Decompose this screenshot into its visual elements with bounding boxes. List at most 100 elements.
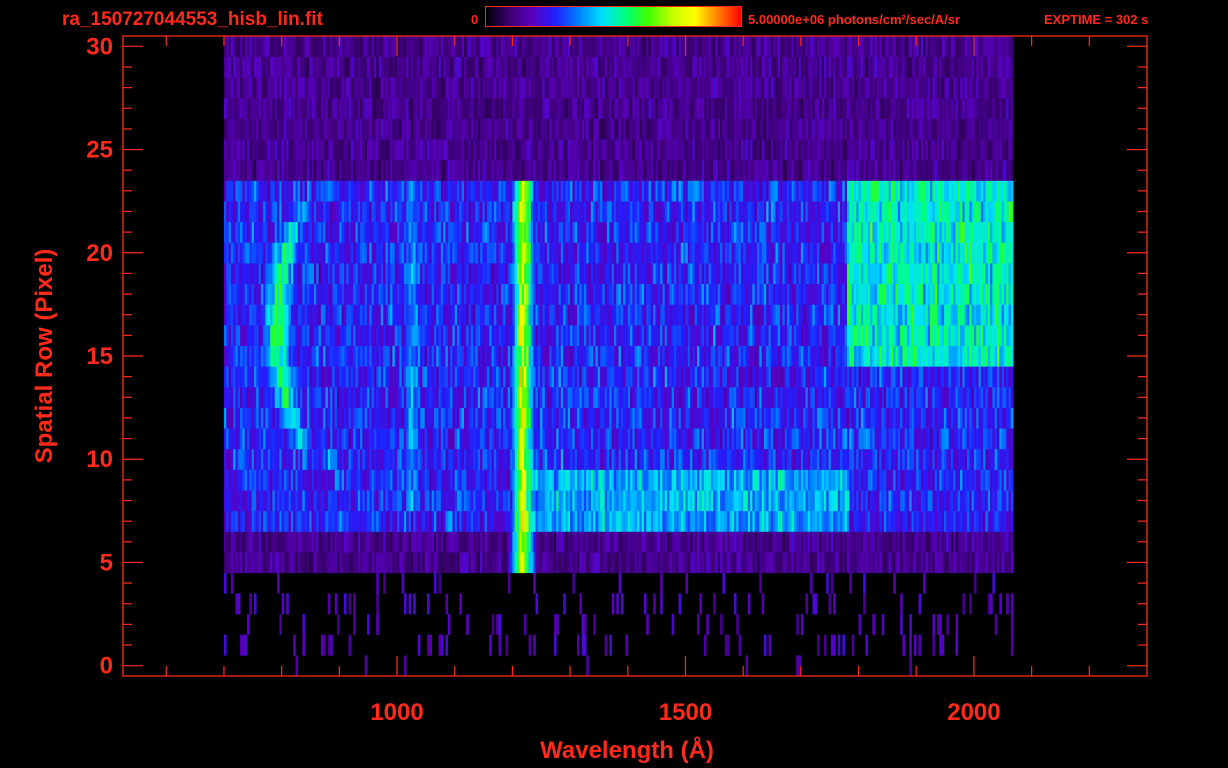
- heatmap-cell: [625, 448, 629, 470]
- heatmap-cell: [364, 283, 368, 305]
- heatmap-cell: [577, 634, 580, 656]
- heatmap-cell: [334, 428, 338, 450]
- heatmap-cell: [235, 510, 239, 532]
- heatmap-cell: [676, 386, 679, 408]
- heatmap-cell: [337, 386, 340, 408]
- heatmap-cell: [738, 366, 742, 388]
- heatmap-cell: [706, 407, 709, 429]
- heatmap-cell: [364, 469, 368, 491]
- heatmap-cell: [717, 283, 721, 305]
- heatmap-cell: [253, 552, 257, 574]
- heatmap-cell: [420, 407, 423, 429]
- heatmap-cell: [401, 325, 405, 346]
- heatmap-cell: [371, 386, 375, 408]
- heatmap-cell: [570, 407, 573, 429]
- heatmap-cell: [743, 510, 746, 532]
- heatmap-cell: [800, 366, 804, 388]
- heatmap-cell: [983, 428, 986, 450]
- heatmap-cell: [773, 283, 776, 305]
- heatmap-cell: [964, 345, 968, 367]
- heatmap-cell: [720, 407, 723, 429]
- heatmap-cell: [817, 469, 820, 491]
- heatmap-cell: [667, 386, 670, 408]
- heatmap-cell: [812, 593, 816, 615]
- heatmap-cell: [660, 366, 663, 388]
- heatmap-cell: [233, 448, 236, 470]
- heatmap-cell: [367, 283, 370, 305]
- heatmap-cell: [323, 490, 326, 512]
- heatmap-cell: [941, 448, 945, 470]
- heatmap-cell: [337, 283, 340, 305]
- spectrum-plot: 1000 1500 2000051015202530 Wavelength (Å) …: [31, 33, 1148, 764]
- heatmap-cell: [620, 552, 624, 574]
- heatmap-cell: [754, 366, 758, 388]
- heatmap-cell: [690, 490, 693, 512]
- heatmap-cell: [493, 325, 497, 346]
- heatmap-cell: [558, 490, 562, 512]
- heatmap-cell: [420, 366, 423, 388]
- heatmap-cell: [281, 448, 285, 470]
- heatmap-cell: [946, 407, 949, 429]
- heatmap-cell: [387, 283, 391, 305]
- heatmap-cell: [957, 510, 961, 532]
- heatmap-cell: [694, 407, 698, 429]
- heatmap-cell: [556, 552, 559, 574]
- heatmap-cell: [260, 325, 264, 346]
- heatmap-cell: [840, 490, 843, 512]
- heatmap-cell: [313, 510, 317, 532]
- heatmap-cell: [641, 325, 645, 346]
- heatmap-cell: [233, 263, 236, 285]
- heatmap-cell: [343, 490, 347, 512]
- heatmap-cell: [819, 325, 822, 346]
- heatmap-cell: [230, 490, 234, 512]
- heatmap-cell: [664, 490, 668, 512]
- heatmap-cell: [879, 386, 882, 408]
- heatmap-cell: [847, 428, 850, 450]
- heatmap-cell: [851, 510, 855, 532]
- heatmap-cell: [948, 510, 952, 532]
- heatmap-cell: [897, 366, 901, 388]
- heatmap-cell: [399, 345, 402, 367]
- heatmap-cell: [727, 345, 730, 367]
- heatmap-cell: [980, 366, 984, 388]
- heatmap-cell: [909, 634, 912, 656]
- heatmap-cell: [962, 510, 965, 532]
- heatmap-cell: [844, 531, 848, 553]
- heatmap-cell: [270, 325, 273, 346]
- heatmap-cell: [865, 634, 869, 656]
- heatmap-cell: [330, 366, 333, 388]
- heatmap-cell: [923, 386, 926, 408]
- heatmap-cell: [770, 283, 774, 305]
- heatmap-cell: [297, 304, 301, 326]
- heatmap-cell: [810, 366, 813, 388]
- heatmap-cell: [311, 552, 315, 574]
- heatmap-cell: [503, 448, 506, 470]
- heatmap-cell: [789, 428, 792, 450]
- heatmap-cell: [706, 552, 709, 574]
- heatmap-cell: [980, 325, 984, 346]
- heatmap-cell: [798, 325, 802, 346]
- heatmap-cell: [452, 490, 456, 512]
- heatmap-cell: [844, 304, 848, 326]
- heatmap-cell: [593, 345, 596, 367]
- heatmap-cell: [611, 325, 615, 346]
- heatmap-cell: [740, 345, 744, 367]
- heatmap-cell: [586, 655, 589, 677]
- heatmap-cell: [980, 469, 984, 491]
- heatmap-cell: [332, 469, 336, 491]
- heatmap-cell: [567, 469, 571, 491]
- heatmap-cell: [376, 614, 379, 636]
- heatmap-cell: [835, 407, 839, 429]
- heatmap-cell: [775, 552, 779, 574]
- heatmap-cell: [706, 531, 709, 553]
- heatmap-cell: [618, 552, 622, 574]
- heatmap-cell: [500, 510, 504, 532]
- heatmap-cell: [842, 428, 846, 450]
- heatmap-cell: [913, 325, 917, 346]
- heatmap-cell: [752, 490, 756, 512]
- heatmap-cell: [731, 490, 735, 512]
- heatmap-cell: [406, 325, 409, 346]
- heatmap-cell: [364, 655, 368, 677]
- heatmap-cell: [332, 510, 336, 532]
- heatmap-cell: [600, 428, 603, 450]
